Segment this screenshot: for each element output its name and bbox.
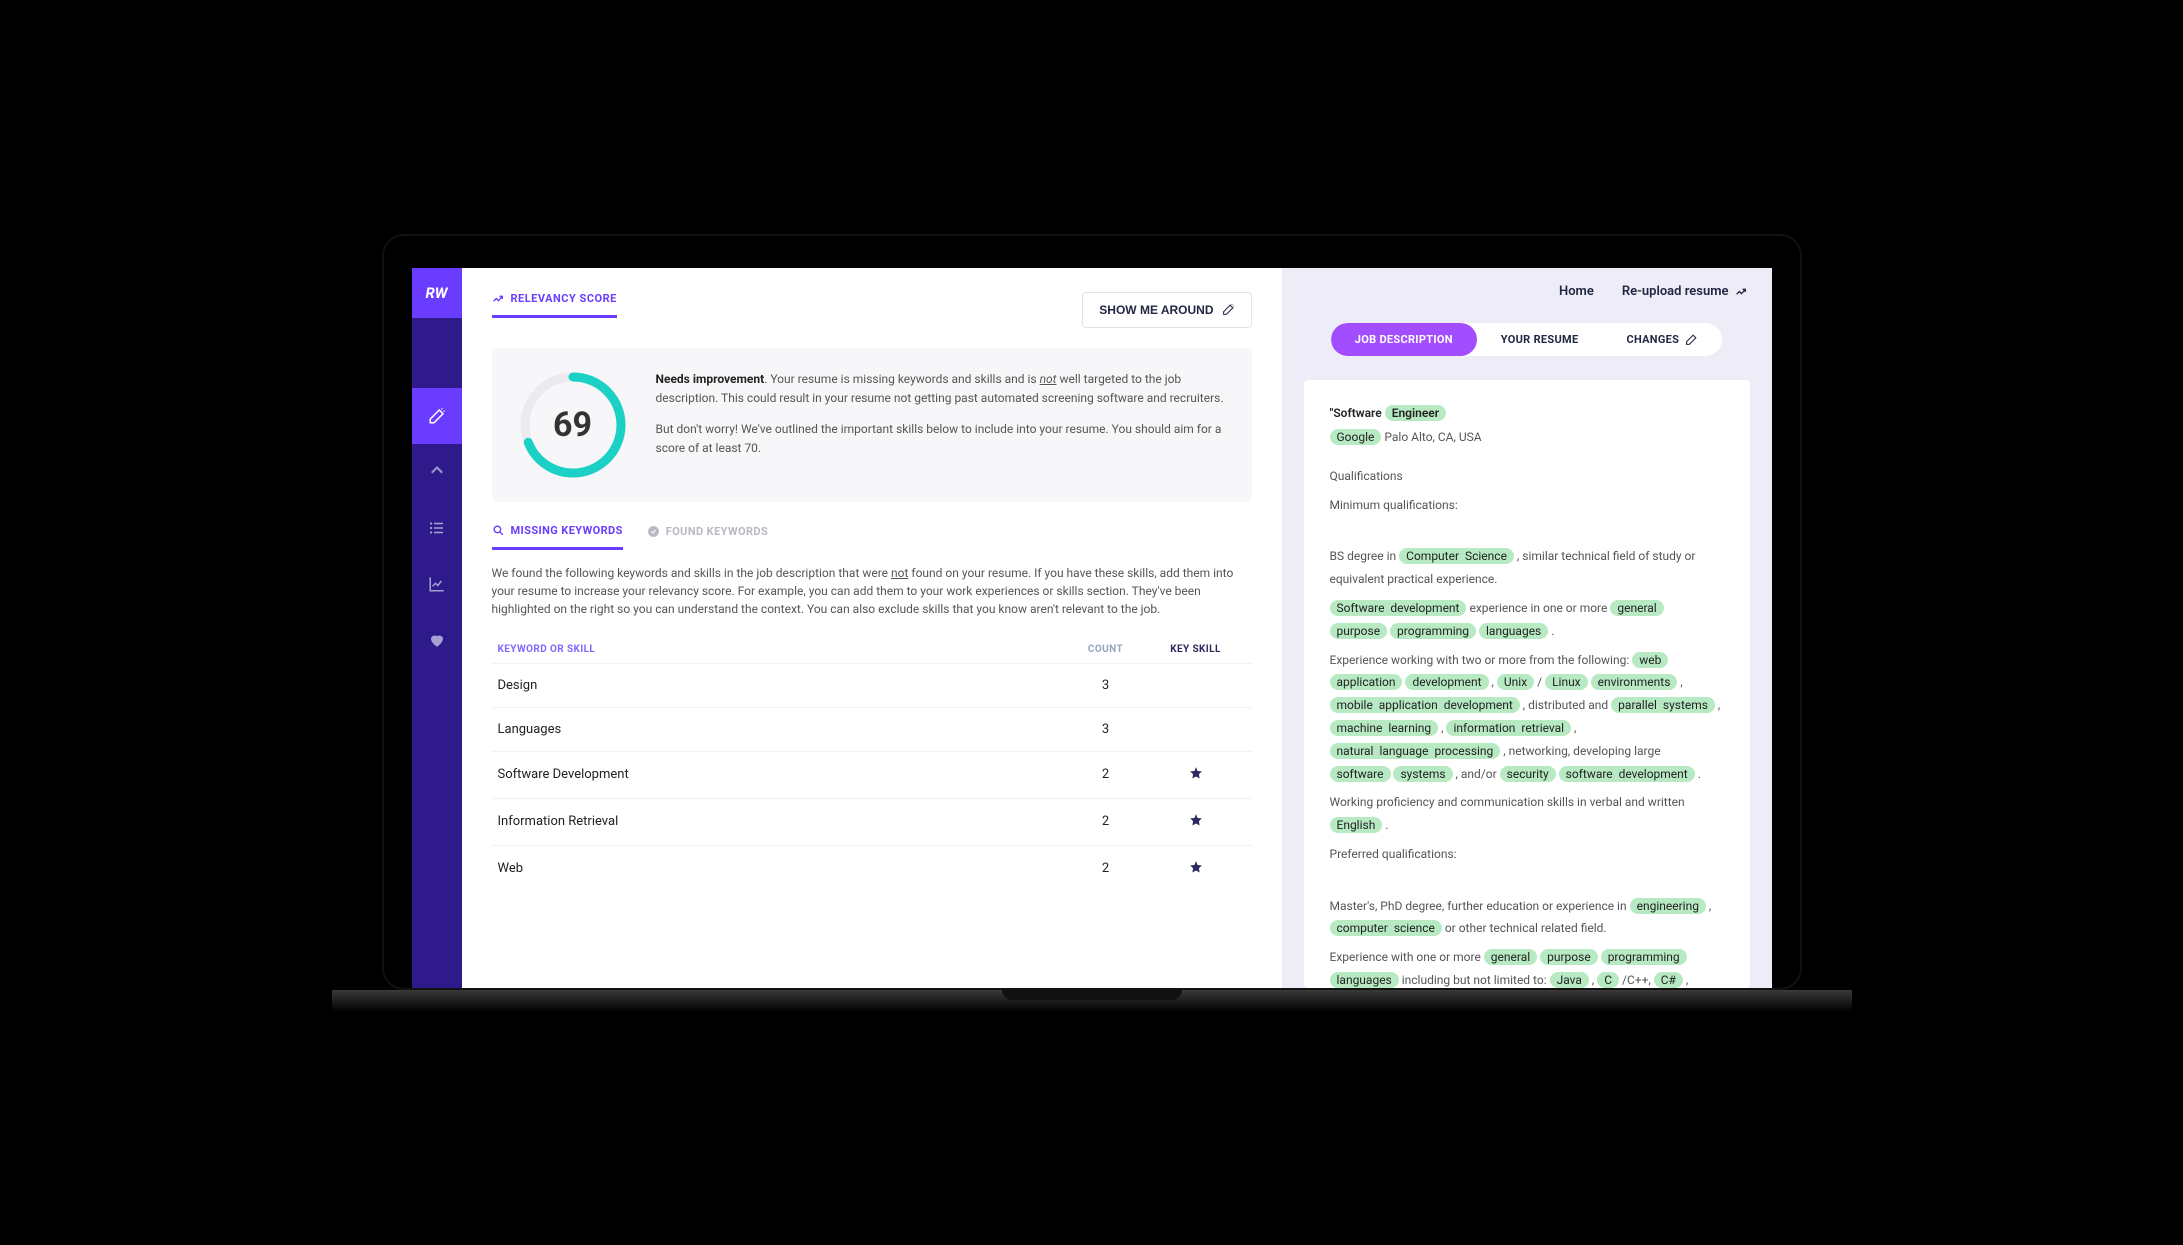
show-me-around-button[interactable]: SHOW ME AROUND bbox=[1082, 292, 1251, 328]
col-header-keyskill: KEY SKILL bbox=[1146, 644, 1246, 655]
nav-magic-icon[interactable] bbox=[412, 388, 462, 444]
search-icon bbox=[492, 524, 505, 537]
score-value: 69 bbox=[518, 370, 628, 480]
cell-keyword: Design bbox=[498, 678, 1066, 693]
table-row[interactable]: Languages3 bbox=[492, 707, 1252, 751]
nav-reupload-link[interactable]: Re-upload resume bbox=[1622, 284, 1748, 299]
table-row[interactable]: Software Development2 bbox=[492, 751, 1252, 798]
sidebar: RW bbox=[412, 268, 462, 988]
nav-home-link[interactable]: Home bbox=[1559, 284, 1594, 299]
jd-line: Experience with one or more general purp… bbox=[1330, 946, 1724, 987]
score-gauge: 69 bbox=[518, 370, 628, 480]
cell-count: 3 bbox=[1066, 722, 1146, 737]
tab-job-description[interactable]: JOB DESCRIPTION bbox=[1331, 323, 1477, 356]
nav-handshake-icon[interactable] bbox=[412, 444, 462, 500]
tab-found-keywords[interactable]: FOUND KEYWORDS bbox=[647, 524, 768, 550]
cell-count: 2 bbox=[1066, 814, 1146, 829]
jd-line: BS degree in Computer Science , similar … bbox=[1330, 545, 1724, 591]
jd-line: Master's, PhD degree, further education … bbox=[1330, 895, 1724, 941]
top-nav: Home Re-upload resume bbox=[1282, 268, 1772, 323]
chart-up-icon bbox=[492, 292, 505, 305]
keywords-table: KEYWORD OR SKILL COUNT KEY SKILL Design3… bbox=[492, 636, 1252, 892]
tab-your-resume[interactable]: YOUR RESUME bbox=[1477, 323, 1603, 356]
jd-line: Software development experience in one o… bbox=[1330, 597, 1724, 643]
nav-list-icon[interactable] bbox=[412, 500, 462, 556]
jd-company-location: Google Palo Alto, CA, USA bbox=[1330, 426, 1724, 449]
relevancy-score-label: RELEVANCY SCORE bbox=[492, 292, 617, 318]
cell-count: 2 bbox=[1066, 861, 1146, 876]
jd-pref-q-heading: Preferred qualifications: bbox=[1330, 843, 1724, 866]
table-row[interactable]: Information Retrieval2 bbox=[492, 798, 1252, 845]
wand-icon bbox=[1685, 333, 1698, 346]
jd-qualifications-heading: Qualifications bbox=[1330, 465, 1724, 488]
view-tabs: JOB DESCRIPTION YOUR RESUME CHANGES bbox=[1331, 323, 1722, 356]
jd-line: Experience working with two or more from… bbox=[1330, 649, 1724, 786]
missing-keywords-description: We found the following keywords and skil… bbox=[492, 564, 1252, 618]
table-row[interactable]: Design3 bbox=[492, 663, 1252, 707]
check-circle-icon bbox=[647, 525, 660, 538]
cell-keyword: Software Development bbox=[498, 767, 1066, 782]
tab-changes[interactable]: CHANGES bbox=[1602, 323, 1722, 356]
tab-missing-keywords[interactable]: MISSING KEYWORDS bbox=[492, 524, 623, 550]
chart-up-icon bbox=[1735, 285, 1748, 298]
jd-line: Working proficiency and communication sk… bbox=[1330, 791, 1724, 837]
left-panel: RELEVANCY SCORE SHOW ME AROUND 69 Needs … bbox=[462, 268, 1282, 988]
table-row[interactable]: Web2 bbox=[492, 845, 1252, 892]
nav-heart-icon[interactable] bbox=[412, 612, 462, 668]
wand-icon bbox=[1222, 303, 1235, 316]
score-card: 69 Needs improvement. Your resume is mis… bbox=[492, 348, 1252, 502]
cell-count: 2 bbox=[1066, 767, 1146, 782]
right-panel: Home Re-upload resume JOB DESCRIPTION YO… bbox=[1282, 268, 1772, 988]
cell-keyword: Information Retrieval bbox=[498, 814, 1066, 829]
logo: RW bbox=[412, 268, 462, 318]
cell-keyword: Web bbox=[498, 861, 1066, 876]
nav-chart-icon[interactable] bbox=[412, 556, 462, 612]
job-description-card: "Software Engineer Google Palo Alto, CA,… bbox=[1304, 380, 1750, 988]
score-text: Needs improvement. Your resume is missin… bbox=[656, 370, 1226, 471]
cell-keyword: Languages bbox=[498, 722, 1066, 737]
cell-keyskill bbox=[1146, 813, 1246, 831]
laptop-base bbox=[332, 990, 1852, 1012]
cell-keyskill bbox=[1146, 766, 1246, 784]
col-header-count: COUNT bbox=[1066, 644, 1146, 655]
jd-title: "Software Engineer bbox=[1330, 402, 1724, 425]
cell-count: 3 bbox=[1066, 678, 1146, 693]
col-header-keyword: KEYWORD OR SKILL bbox=[498, 644, 1066, 655]
keyword-tabs: MISSING KEYWORDS FOUND KEYWORDS bbox=[492, 524, 1252, 550]
cell-keyskill bbox=[1146, 860, 1246, 878]
jd-min-q-heading: Minimum qualifications: bbox=[1330, 494, 1724, 517]
